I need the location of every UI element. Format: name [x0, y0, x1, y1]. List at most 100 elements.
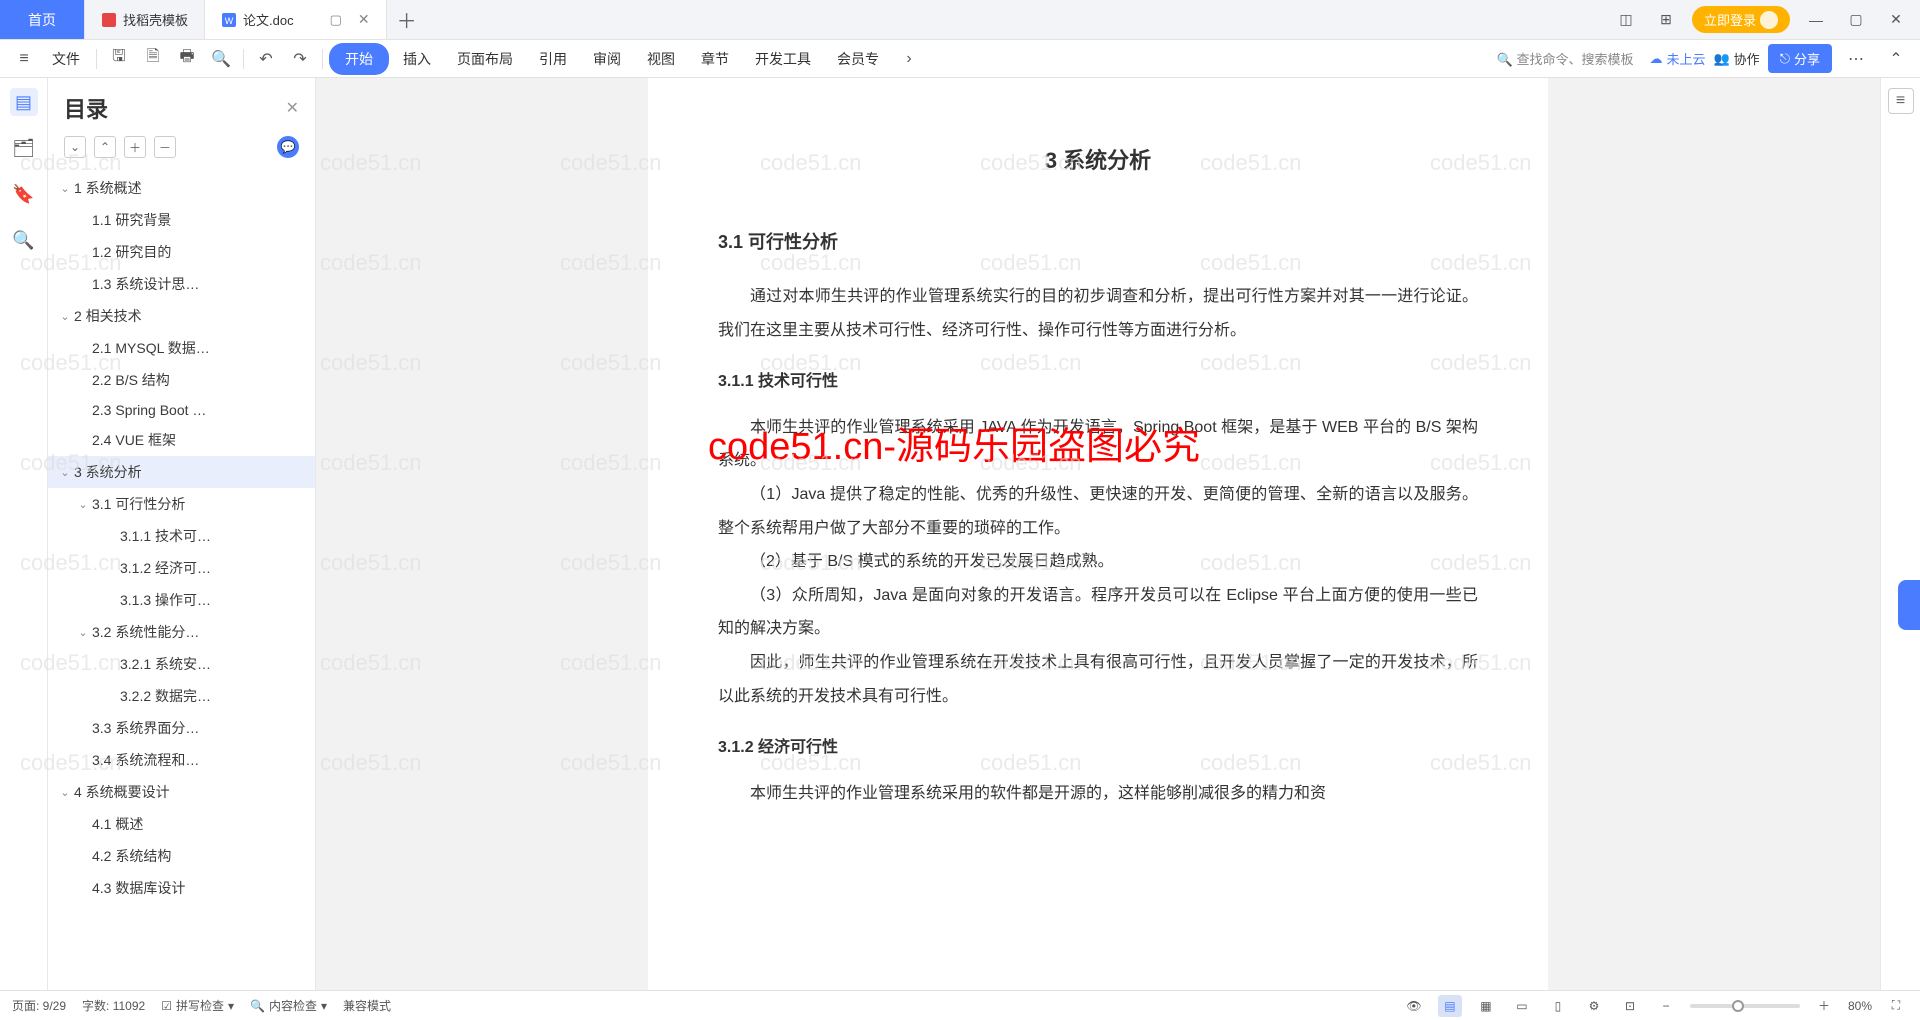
- close-button[interactable]: ✕: [1882, 6, 1910, 34]
- status-words[interactable]: 字数: 11092: [82, 997, 145, 1014]
- outline-item[interactable]: 3.4 系统流程和…: [48, 744, 315, 776]
- ribbon-tab-vip[interactable]: 会员专: [825, 43, 891, 75]
- right-rail-toggle-icon[interactable]: ≡: [1888, 88, 1914, 114]
- page-view-icon[interactable]: ▤: [1438, 995, 1462, 1017]
- clipboard-rail-icon[interactable]: 🗂: [10, 134, 38, 162]
- focus-mode-icon[interactable]: 👁: [1402, 995, 1426, 1017]
- outline-close-icon[interactable]: ✕: [286, 98, 299, 118]
- chevron-down-icon[interactable]: ⌄: [56, 786, 74, 799]
- outline-item[interactable]: 2.4 VUE 框架: [48, 424, 315, 456]
- status-contentcheck[interactable]: 🔍 内容检查 ▾: [250, 997, 327, 1014]
- outline-item[interactable]: 3.1.2 经济可…: [48, 552, 315, 584]
- fullscreen-icon[interactable]: ⛶: [1884, 995, 1908, 1017]
- outline-item[interactable]: ⌄2 相关技术: [48, 300, 315, 332]
- outline-item[interactable]: 3.1.1 技术可…: [48, 520, 315, 552]
- zoom-slider[interactable]: [1690, 1004, 1800, 1008]
- ribbon-tab-start[interactable]: 开始: [329, 43, 389, 75]
- close-icon[interactable]: ✕: [358, 11, 370, 28]
- minimize-button[interactable]: ―: [1802, 6, 1830, 34]
- tab-template[interactable]: 找稻壳模板: [85, 0, 205, 39]
- outline-item[interactable]: 3.2.1 系统安…: [48, 648, 315, 680]
- outline-item[interactable]: 1.2 研究目的: [48, 236, 315, 268]
- outline-item-label: 1.1 研究背景: [92, 210, 171, 230]
- ribbon-tab-dev[interactable]: 开发工具: [743, 43, 823, 75]
- outline-item[interactable]: 4.1 概述: [48, 808, 315, 840]
- outline-item[interactable]: 3.1.3 操作可…: [48, 584, 315, 616]
- ribbon-tab-review[interactable]: 审阅: [581, 43, 633, 75]
- grid-icon[interactable]: ⊞: [1652, 6, 1680, 34]
- tab-document[interactable]: W 论文.doc ▢ ✕: [205, 0, 387, 39]
- chevron-down-icon[interactable]: ⌄: [56, 182, 74, 195]
- outline-item[interactable]: 2.2 B/S 结构: [48, 364, 315, 396]
- ribbon-tab-refs[interactable]: 引用: [527, 43, 579, 75]
- ribbon-overflow-icon[interactable]: ⋯: [1840, 43, 1872, 75]
- outline-item[interactable]: 1.3 系统设计思…: [48, 268, 315, 300]
- status-spellcheck[interactable]: ☑ 拼写检查 ▾: [161, 997, 234, 1014]
- outline-message-icon[interactable]: 💬: [277, 136, 299, 158]
- tab-screen-icon[interactable]: ▢: [330, 12, 342, 28]
- expand-all-icon[interactable]: ⌃: [94, 136, 116, 158]
- outline-item[interactable]: 2.3 Spring Boot …: [48, 396, 315, 424]
- command-search[interactable]: 🔍 查找命令、搜索模板: [1489, 49, 1642, 68]
- edge-tab[interactable]: [1898, 580, 1920, 630]
- status-compat[interactable]: 兼容模式: [343, 997, 391, 1014]
- search-rail-icon[interactable]: 🔍: [10, 226, 38, 254]
- zoom-in-icon[interactable]: ＋: [1812, 995, 1836, 1017]
- outline-item[interactable]: 3.2.2 数据完…: [48, 680, 315, 712]
- collapse-all-icon[interactable]: ⌄: [64, 136, 86, 158]
- print-icon[interactable]: 🖶: [171, 43, 203, 75]
- undo-icon[interactable]: ↶: [250, 43, 282, 75]
- chevron-down-icon[interactable]: ⌄: [74, 626, 92, 639]
- outline-item[interactable]: 1.1 研究背景: [48, 204, 315, 236]
- read-view-icon[interactable]: ▯: [1546, 995, 1570, 1017]
- cloud-status[interactable]: ☁ 未上云: [1649, 49, 1705, 68]
- remove-heading-icon[interactable]: －: [154, 136, 176, 158]
- add-heading-icon[interactable]: ＋: [124, 136, 146, 158]
- tab-home[interactable]: 首页: [0, 0, 85, 39]
- outline-item[interactable]: 4.3 数据库设计: [48, 872, 315, 904]
- save-icon[interactable]: 🖫: [103, 43, 135, 75]
- zoom-out-icon[interactable]: −: [1654, 995, 1678, 1017]
- outline-item[interactable]: ⌄3.1 可行性分析: [48, 488, 315, 520]
- maximize-button[interactable]: ▢: [1842, 6, 1870, 34]
- redo-icon[interactable]: ↷: [284, 43, 316, 75]
- outline-item-label: 1.2 研究目的: [92, 242, 171, 262]
- zoom-level[interactable]: 80%: [1848, 999, 1872, 1013]
- tabs-right: ◫ ⊞ 立即登录 ― ▢ ✕: [1612, 0, 1920, 39]
- bookmark-rail-icon[interactable]: 🔖: [10, 180, 38, 208]
- outline-rail-icon[interactable]: ▤: [10, 88, 38, 116]
- status-page[interactable]: 页面: 9/29: [12, 997, 66, 1014]
- ribbon-tab-view[interactable]: 视图: [635, 43, 687, 75]
- file-menu[interactable]: 文件: [42, 49, 90, 69]
- document-area[interactable]: 3 系统分析 3.1 可行性分析 通过对本师生共评的作业管理系统实行的目的初步调…: [316, 78, 1880, 990]
- web-view-icon[interactable]: ▭: [1510, 995, 1534, 1017]
- menu-icon[interactable]: ≡: [8, 43, 40, 75]
- ribbon-more-icon[interactable]: ›: [893, 43, 925, 75]
- outline-item[interactable]: ⌄3 系统分析: [48, 456, 315, 488]
- share-button[interactable]: ⎋ 分享: [1768, 44, 1832, 73]
- chevron-down-icon[interactable]: ⌄: [74, 498, 92, 511]
- collab-button[interactable]: 👥 协作: [1713, 49, 1759, 68]
- save-as-icon[interactable]: 🗎: [137, 43, 169, 75]
- outline-item[interactable]: 3.3 系统界面分…: [48, 712, 315, 744]
- ribbon-collapse-icon[interactable]: ⌃: [1880, 43, 1912, 75]
- doc-paragraph: 因此，师生共评的作业管理系统在开发技术上具有很高可行性，且开发人员掌握了一定的开…: [718, 646, 1478, 713]
- login-button[interactable]: 立即登录: [1692, 6, 1790, 33]
- outline-item[interactable]: 4.2 系统结构: [48, 840, 315, 872]
- zoom-fit-icon[interactable]: ⊡: [1618, 995, 1642, 1017]
- outline-item[interactable]: ⌄3.2 系统性能分…: [48, 616, 315, 648]
- ribbon-tab-insert[interactable]: 插入: [391, 43, 443, 75]
- outline-view-icon[interactable]: ▦: [1474, 995, 1498, 1017]
- chevron-down-icon[interactable]: ⌄: [56, 466, 74, 479]
- outline-item[interactable]: ⌄1 系统概述: [48, 172, 315, 204]
- preview-icon[interactable]: 🔍: [205, 43, 237, 75]
- outline-item[interactable]: 2.1 MYSQL 数据…: [48, 332, 315, 364]
- settings-icon[interactable]: ⚙: [1582, 995, 1606, 1017]
- outline-item[interactable]: ⌄4 系统概要设计: [48, 776, 315, 808]
- layout-icon[interactable]: ◫: [1612, 6, 1640, 34]
- outline-item-label: 4.2 系统结构: [92, 846, 171, 866]
- ribbon-tab-layout[interactable]: 页面布局: [445, 43, 525, 75]
- tab-add-button[interactable]: ＋: [387, 0, 427, 39]
- ribbon-tab-section[interactable]: 章节: [689, 43, 741, 75]
- chevron-down-icon[interactable]: ⌄: [56, 310, 74, 323]
